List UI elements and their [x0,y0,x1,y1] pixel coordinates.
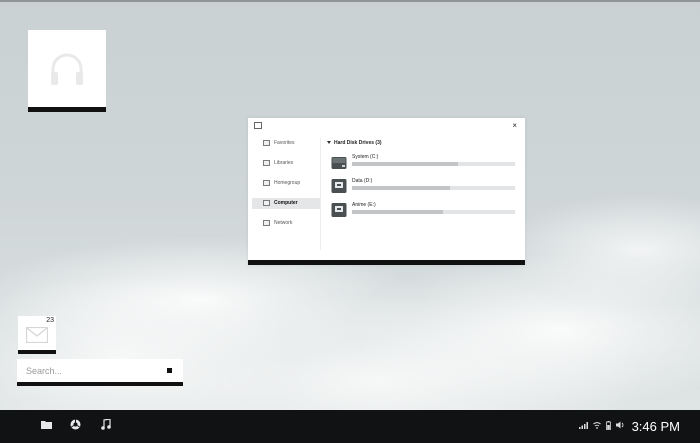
library-icon [263,160,270,166]
nav-item-network[interactable]: Network [252,218,320,229]
computer-icon [263,200,270,206]
section-header[interactable]: Hard Disk Drives (3) [327,140,382,146]
nav-item-label: Homegroup [274,180,301,186]
headphones-icon [51,53,83,85]
drive-usage-bar [352,186,515,190]
music-note-icon[interactable] [101,419,111,430]
nav-item-favorites[interactable]: Favorites [252,138,320,149]
homegroup-icon [263,180,270,186]
drive-label: System (C:) [352,154,379,160]
envelope-icon [26,327,48,343]
browser-icon[interactable] [70,419,81,430]
volume-icon[interactable] [616,421,625,429]
close-button[interactable]: × [512,121,517,130]
hard-drive-icon [331,203,347,217]
unread-count-badge: 23 [46,317,54,324]
file-explorer-window: × Favorites Libraries Homegroup Computer… [248,118,525,265]
wifi-icon[interactable] [593,421,601,429]
nav-item-label: Computer [274,200,298,206]
hard-drive-icon [331,179,347,193]
nav-item-label: Favorites [274,140,295,146]
search-submit-button[interactable] [167,368,172,373]
drive-item-d[interactable]: Data (D:) [331,176,521,196]
battery-icon[interactable] [606,421,611,430]
pane-divider [320,138,321,250]
music-tile[interactable] [28,30,106,112]
top-edge [0,0,700,2]
window-icon [254,122,262,129]
drive-usage-fill [352,210,444,214]
nav-item-label: Network [274,220,293,226]
drive-usage-bar [352,210,515,214]
folder-icon[interactable] [41,420,52,429]
taskbar: 3:46 PM [0,410,700,443]
drive-label: Data (D:) [352,178,373,184]
hard-drive-icon [331,157,347,169]
drive-usage-bar [352,162,515,166]
star-folder-icon [263,140,270,146]
section-title: Hard Disk Drives (3) [334,140,382,146]
drive-usage-fill [352,186,450,190]
clock[interactable]: 3:46 PM [632,419,680,434]
search-box [17,359,183,386]
drive-item-e[interactable]: Anime (E:) [331,200,521,220]
network-icon [263,220,270,226]
nav-item-label: Libraries [274,160,294,166]
mail-tile[interactable]: 23 [18,316,56,354]
navigation-pane: Favorites Libraries Homegroup Computer N… [252,138,320,238]
nav-item-computer[interactable]: Computer [252,198,320,209]
signal-icon[interactable] [579,422,588,429]
nav-item-homegroup[interactable]: Homegroup [252,178,320,189]
search-input[interactable] [17,359,157,382]
nav-item-libraries[interactable]: Libraries [252,158,320,169]
drive-usage-fill [352,162,458,166]
drive-item-c[interactable]: System (C:) [331,152,521,172]
drive-label: Anime (E:) [352,202,376,208]
collapse-arrow-icon [327,141,331,145]
